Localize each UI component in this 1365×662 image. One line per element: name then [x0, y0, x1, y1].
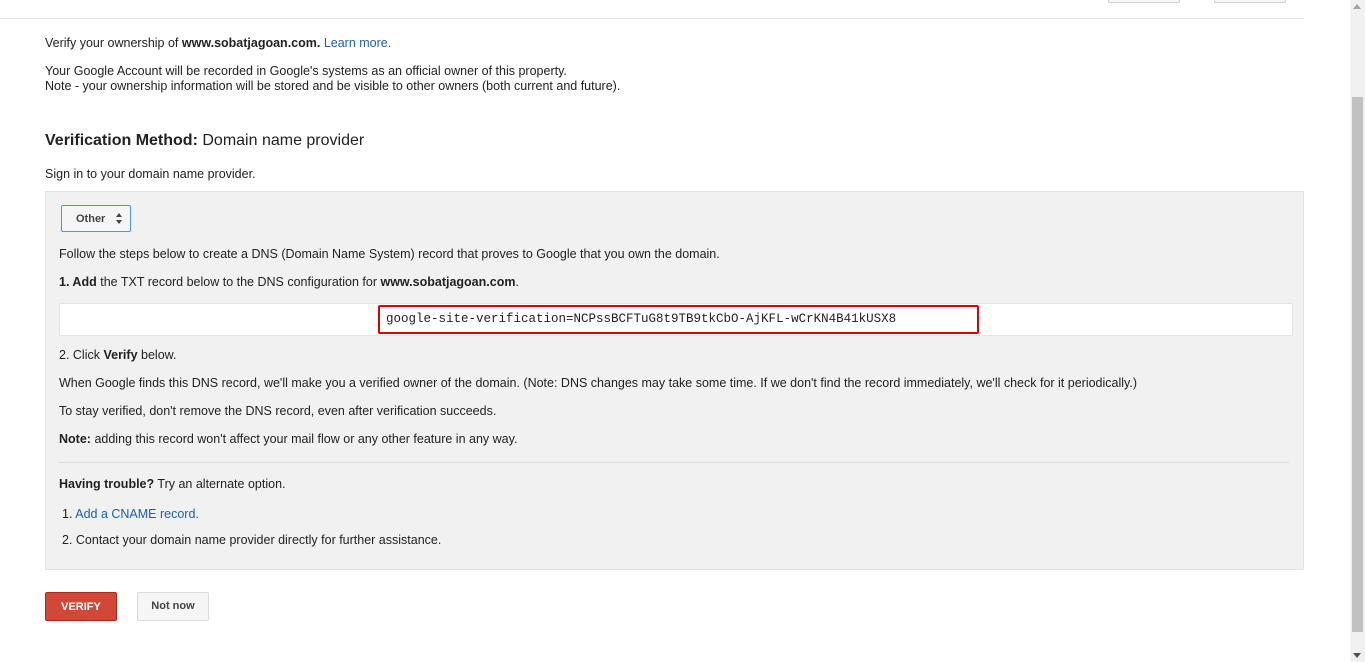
top-bar — [0, 0, 1304, 19]
verify-prefix: Verify your ownership of — [45, 36, 179, 50]
not-now-button[interactable]: Not now — [137, 592, 209, 621]
add-cname-link[interactable]: Add a CNAME record. — [75, 507, 199, 521]
txt-record-highlight: google-site-verification=NCPssBCFTuG8t9T… — [378, 305, 979, 334]
alt-option-1: 1. Add a CNAME record. — [62, 507, 199, 521]
follow-steps-text: Follow the steps below to create a DNS (… — [59, 247, 720, 261]
section-divider — [59, 462, 1289, 463]
step-1-text: the TXT record below to the DNS configur… — [100, 275, 377, 289]
recorded-note: Your Google Account will be recorded in … — [45, 64, 567, 78]
step-2-prefix: 2. Click — [59, 348, 100, 362]
provider-select-value: Other — [76, 213, 106, 225]
top-bar-button-right[interactable] — [1214, 0, 1286, 3]
select-arrows-icon — [116, 213, 123, 225]
scroll-down-arrow-icon[interactable] — [1353, 653, 1361, 658]
scrollbar-thumb[interactable] — [1352, 97, 1363, 632]
scroll-up-arrow-icon[interactable] — [1353, 4, 1361, 9]
verification-method-label: Verification Method: — [45, 132, 198, 149]
note-text: adding this record won't affect your mai… — [94, 432, 518, 446]
alt-option-1-num: 1. — [62, 507, 73, 521]
learn-more-link[interactable]: Learn more. — [324, 36, 391, 50]
step-1-end: . — [515, 275, 519, 289]
txt-record-box: google-site-verification=NCPssBCFTuG8t9T… — [59, 303, 1293, 336]
site-domain: www.sobatjagoan.com. — [181, 36, 321, 50]
trouble-line: Having trouble? Try an alternate option. — [59, 477, 286, 491]
verify-ownership-line: Verify your ownership of www.sobatjagoan… — [45, 36, 391, 50]
instructions-panel: Other Follow the steps below to create a… — [45, 191, 1304, 570]
note-line: Note: adding this record won't affect yo… — [59, 432, 517, 446]
stay-verified-text: To stay verified, don't remove the DNS r… — [59, 404, 497, 418]
alt-option-2: 2. Contact your domain name provider dir… — [62, 533, 442, 547]
txt-record-value[interactable]: google-site-verification=NCPssBCFTuG8t9T… — [386, 312, 896, 326]
when-found-text: When Google finds this DNS record, we'll… — [59, 376, 1137, 390]
trouble-label: Having trouble? — [59, 477, 155, 491]
step-2: 2. Click Verify below. — [59, 348, 176, 362]
note-label: Note: — [59, 432, 91, 446]
verification-method-value: Domain name provider — [202, 132, 365, 149]
vertical-scrollbar[interactable] — [1350, 0, 1365, 662]
provider-select[interactable]: Other — [61, 205, 131, 232]
verify-button[interactable]: VERIFY — [45, 592, 117, 621]
top-bar-button-left[interactable] — [1108, 0, 1180, 3]
step-1: 1. Add the TXT record below to the DNS c… — [59, 275, 519, 289]
sign-in-text: Sign in to your domain name provider. — [45, 167, 256, 181]
step-1-domain: www.sobatjagoan.com — [380, 275, 516, 289]
visibility-note: Note - your ownership information will b… — [45, 79, 621, 93]
verification-method-heading: Verification Method: Domain name provide… — [45, 132, 364, 150]
step-1-add: 1. Add — [59, 275, 97, 289]
trouble-text: Try an alternate option. — [157, 477, 286, 491]
step-2-verify: Verify — [103, 348, 138, 362]
step-2-suffix: below. — [141, 348, 177, 362]
